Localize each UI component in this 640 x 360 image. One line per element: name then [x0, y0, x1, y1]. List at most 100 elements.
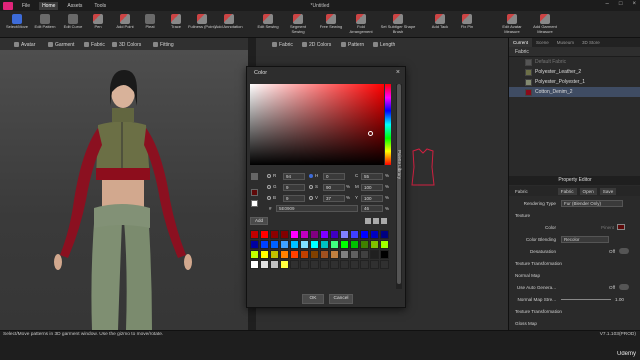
- palette-swatch[interactable]: [250, 250, 259, 259]
- b-field[interactable]: 9: [283, 195, 305, 202]
- h-field[interactable]: 0: [323, 173, 345, 180]
- r-field[interactable]: 94: [283, 173, 305, 180]
- normal-strength-slider[interactable]: [561, 298, 611, 300]
- hue-slider[interactable]: [385, 84, 391, 165]
- fabric-item-selected[interactable]: Cotton_Denim_2: [509, 87, 640, 97]
- palette-swatch[interactable]: [330, 250, 339, 259]
- tool-free-sewing[interactable]: Free Sewing: [316, 14, 346, 30]
- palette-swatch[interactable]: [360, 250, 369, 259]
- palette-swatch[interactable]: [300, 240, 309, 249]
- palette-swatch[interactable]: [360, 240, 369, 249]
- scrollbar-thumb[interactable]: [397, 84, 401, 284]
- tab-avatar[interactable]: Avatar: [14, 40, 35, 49]
- palette-swatch[interactable]: [310, 230, 319, 239]
- m-field[interactable]: 100: [361, 184, 383, 191]
- palette-swatch[interactable]: [320, 240, 329, 249]
- palette-swatch[interactable]: [310, 240, 319, 249]
- palette-swatch[interactable]: [260, 230, 269, 239]
- tool-segment-sewing[interactable]: Segment Sewing: [283, 14, 313, 34]
- palette-swatch[interactable]: [330, 230, 339, 239]
- saturation-value-picker[interactable]: [250, 84, 384, 165]
- s-field[interactable]: 90: [323, 184, 345, 191]
- palette-library-label[interactable]: Palette Library: [397, 150, 402, 179]
- palette-swatch[interactable]: [280, 240, 289, 249]
- texture-section[interactable]: Texture: [509, 213, 530, 218]
- palette-swatch[interactable]: [350, 260, 359, 269]
- tool-garment-measure[interactable]: Add Garment Measure: [530, 14, 560, 34]
- palette-swatch[interactable]: [290, 230, 299, 239]
- palette-swatch[interactable]: [380, 230, 389, 239]
- y-field[interactable]: 100: [361, 195, 383, 202]
- palette-swatch[interactable]: [370, 240, 379, 249]
- tab-scene[interactable]: Scene: [532, 40, 553, 45]
- tool-edit-pattern[interactable]: Edit Pattern: [30, 14, 60, 30]
- palette-swatch[interactable]: [250, 240, 259, 249]
- v-radio[interactable]: [309, 196, 313, 200]
- palette-swatch[interactable]: [370, 260, 379, 269]
- tool-add-tack[interactable]: Add Tack: [425, 14, 455, 30]
- k-field[interactable]: 46: [361, 205, 383, 212]
- c-field[interactable]: 55: [361, 173, 383, 180]
- r-radio[interactable]: [267, 174, 271, 178]
- palette-swatch[interactable]: [250, 260, 259, 269]
- palette-swatch[interactable]: [350, 230, 359, 239]
- h-radio[interactable]: [309, 174, 313, 178]
- open-button[interactable]: Open: [579, 187, 597, 195]
- v-field[interactable]: 37: [323, 195, 345, 202]
- close-window-icon[interactable]: ×: [632, 1, 636, 7]
- picker-cursor[interactable]: [368, 131, 373, 136]
- palette-swatch[interactable]: [250, 230, 259, 239]
- tool-fullness[interactable]: Fullness (Point): [187, 14, 217, 30]
- palette-swatch[interactable]: [300, 260, 309, 269]
- color-blending-select[interactable]: Recolor: [561, 235, 609, 243]
- tool-add-annotation[interactable]: Add Annotation: [214, 14, 244, 30]
- s-radio[interactable]: [309, 185, 313, 189]
- tool-avatar-measure[interactable]: Edit Avatar Measure: [497, 14, 527, 34]
- palette-swatch[interactable]: [290, 260, 299, 269]
- palette-swatch[interactable]: [260, 240, 269, 249]
- palette-swatch[interactable]: [300, 250, 309, 259]
- palette-swatch[interactable]: [370, 230, 379, 239]
- palette-swatch[interactable]: [360, 260, 369, 269]
- palette-swatch[interactable]: [380, 250, 389, 259]
- avatar-figure[interactable]: [0, 50, 248, 330]
- eyedropper-icon[interactable]: [251, 173, 258, 180]
- tool-fold-arrangement[interactable]: Fold Arrangement: [346, 14, 376, 34]
- hex-field[interactable]: 5E0909: [276, 205, 358, 212]
- palette-swatch[interactable]: [320, 260, 329, 269]
- menu-home[interactable]: Home: [39, 1, 59, 10]
- palette-swatch[interactable]: [340, 230, 349, 239]
- tab-museum[interactable]: Museum: [553, 40, 578, 45]
- tool-fix-pin[interactable]: Fix Pin: [452, 14, 482, 30]
- palette-swatch[interactable]: [370, 250, 379, 259]
- rendering-type-select[interactable]: Fur (Blender Only): [561, 199, 623, 207]
- tab-2d-colors[interactable]: 2D Colors: [302, 40, 331, 49]
- tab-fabric[interactable]: Fabric: [84, 40, 105, 49]
- close-icon[interactable]: ×: [396, 69, 400, 76]
- palette-swatch[interactable]: [290, 240, 299, 249]
- tool-edit-sewing[interactable]: Edit Sewing: [253, 14, 283, 30]
- palette-swatch[interactable]: [260, 250, 269, 259]
- tab-3d-colors[interactable]: 3D Colors: [112, 40, 141, 49]
- tab-current[interactable]: Current: [509, 38, 533, 47]
- menu-assets[interactable]: Assets: [64, 2, 85, 10]
- palette-swatch[interactable]: [270, 260, 279, 269]
- palette-swatch[interactable]: [330, 240, 339, 249]
- color-swatch[interactable]: [617, 224, 626, 230]
- palette-swatch[interactable]: [320, 230, 329, 239]
- desaturation-toggle[interactable]: [619, 248, 630, 254]
- fabric-item[interactable]: Default Fabric: [509, 57, 640, 67]
- folder-icon[interactable]: [365, 218, 371, 224]
- menu-tools[interactable]: Tools: [91, 2, 109, 10]
- palette-swatch[interactable]: [340, 260, 349, 269]
- palette-swatch[interactable]: [320, 250, 329, 259]
- tab-fitting[interactable]: Fitting: [153, 40, 174, 49]
- palette-swatch[interactable]: [350, 240, 359, 249]
- tab-garment[interactable]: Garment: [48, 40, 74, 49]
- palette-swatch[interactable]: [280, 260, 289, 269]
- palette-swatch[interactable]: [270, 250, 279, 259]
- delete-icon[interactable]: [381, 218, 387, 224]
- ok-button[interactable]: OK: [302, 294, 324, 304]
- palette-swatch[interactable]: [310, 260, 319, 269]
- tool-select-move[interactable]: Select/Move: [2, 14, 32, 30]
